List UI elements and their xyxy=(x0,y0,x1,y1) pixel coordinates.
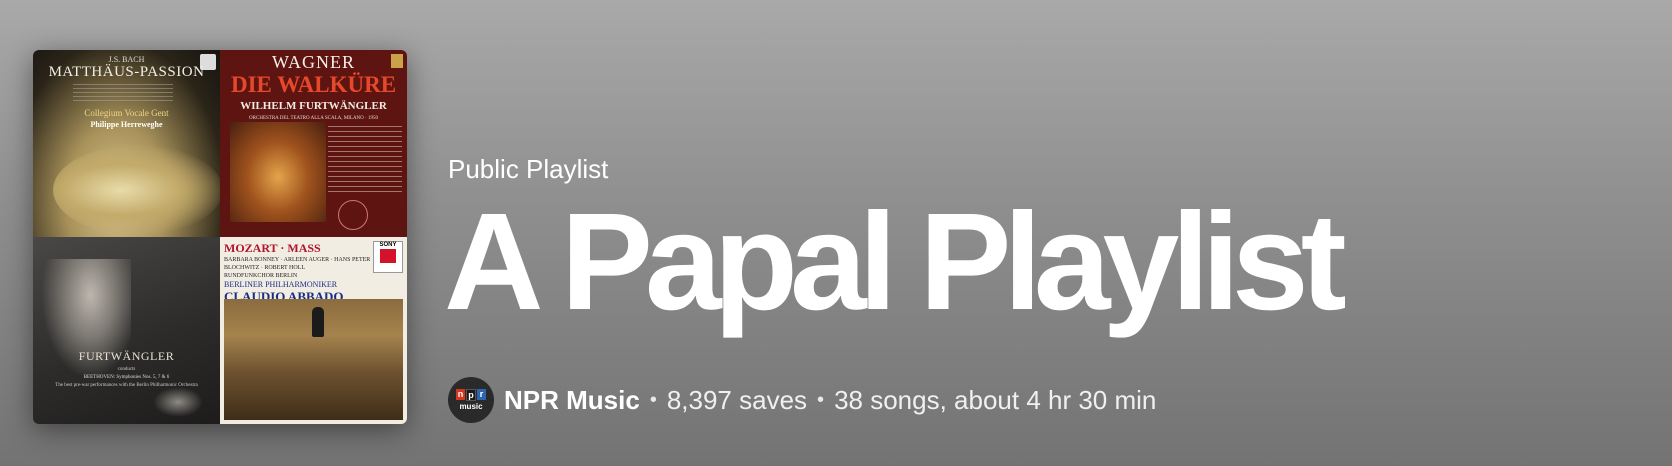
playlist-cover-mosaic[interactable]: J.S. BACH MATTHÄUS-PASSION Collegium Voc… xyxy=(33,50,407,424)
cover-artwork-painting xyxy=(230,122,326,222)
cover-tile-bach: J.S. BACH MATTHÄUS-PASSION Collegium Voc… xyxy=(33,50,220,237)
cover-title: MATTHÄUS-PASSION xyxy=(48,64,205,80)
cover-ensemble: Collegium Vocale Gent xyxy=(84,108,169,118)
cover-artwork-conductor xyxy=(312,307,324,337)
owner-avatar[interactable]: n p r music xyxy=(448,377,494,423)
cover-tile-furtwangler: FURTWÄNGLER conducts BEETHOVEN: Symphoni… xyxy=(33,237,220,424)
cover-seal-icon xyxy=(338,200,368,230)
cover-conducts: conducts xyxy=(117,367,136,372)
cover-orchestra: ORCHESTRA DEL TEATRO ALLA SCALA, MILANO … xyxy=(249,116,378,121)
cover-fineprint xyxy=(73,84,173,104)
cover-artwork-hand xyxy=(153,387,203,417)
cover-note: The best pre-war performances with the B… xyxy=(55,383,198,388)
cover-works: BEETHOVEN: Symphonies Nos. 5, 7 & 6 xyxy=(83,375,170,380)
playlist-summary: 38 songs, about 4 hr 30 min xyxy=(834,384,1157,415)
cover-orchestra: BERLINER PHILHARMONIKER xyxy=(224,280,338,289)
cover-conductor: FURTWÄNGLER xyxy=(78,349,175,363)
cover-composer: WAGNER xyxy=(272,52,355,72)
cover-tile-mozart: MOZART · MASS BARBARA BONNEY · ARLEEN AU… xyxy=(220,237,407,424)
cover-artwork-figure xyxy=(53,145,220,235)
cover-artwork-orchestra-photo xyxy=(224,299,403,420)
cover-tile-wagner: WAGNER DIE WALKÜRE WILHELM FURTWÄNGLER O… xyxy=(220,50,407,237)
saves-count: 8,397 saves xyxy=(666,384,808,415)
owner-link[interactable]: NPR Music xyxy=(504,385,640,416)
playlist-title[interactable]: A Papal Playlist xyxy=(444,193,1347,331)
cover-conductor: Philippe Herreweghe xyxy=(90,120,163,129)
sony-logo-icon: SONY xyxy=(373,241,403,273)
separator-dot: • xyxy=(649,388,657,411)
npr-logo-subtitle: music xyxy=(459,402,483,411)
playlist-byline: n p r music NPR Music • 8,397 saves • 38… xyxy=(448,377,1156,423)
npr-logo-icon: n p r xyxy=(456,389,486,401)
cover-conductor: WILHELM FURTWÄNGLER xyxy=(240,100,387,112)
cover-soloists: BARBARA BONNEY · ARLEEN AUGER · HANS PET… xyxy=(224,257,371,271)
separator-dot: • xyxy=(817,388,825,411)
cover-title: MOZART · MASS xyxy=(224,241,321,255)
cover-title: DIE WALKÜRE xyxy=(230,72,397,97)
cover-cast-list xyxy=(328,126,402,196)
cover-choir: RUNDFUNKCHOR BERLIN xyxy=(224,273,298,279)
playlist-type-label: Public Playlist xyxy=(448,154,609,184)
cover-composer: J.S. BACH xyxy=(108,55,145,64)
